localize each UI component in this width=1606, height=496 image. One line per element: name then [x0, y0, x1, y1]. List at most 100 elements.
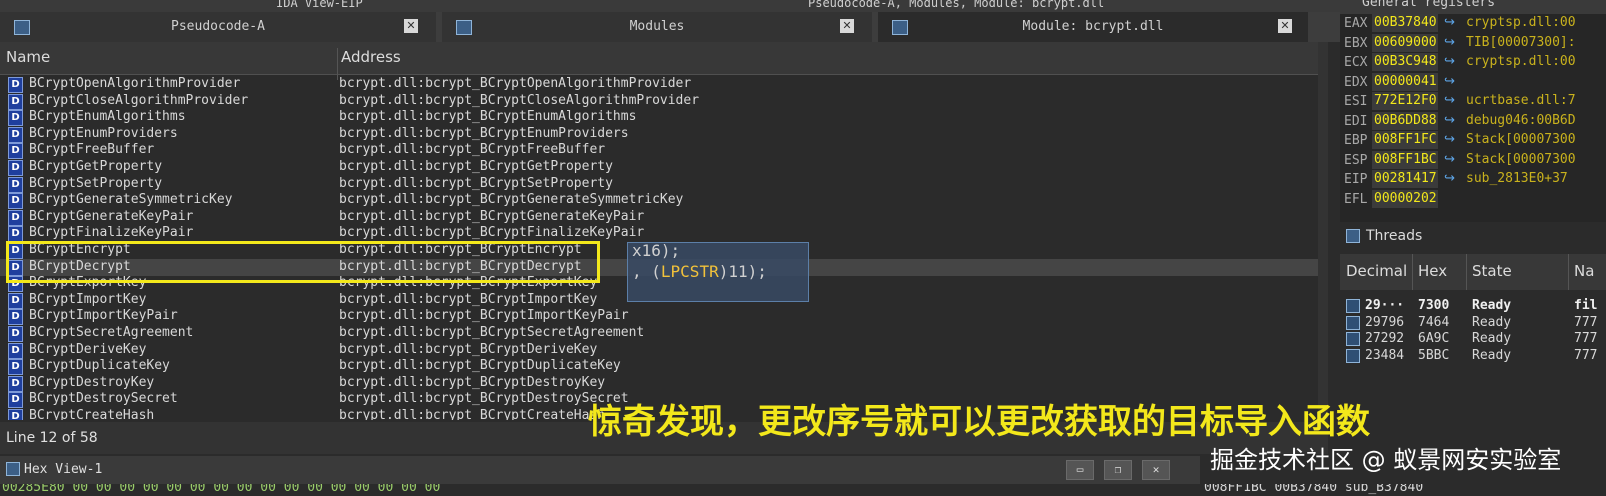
column-address-header[interactable]: Address — [341, 48, 401, 66]
register-value[interactable]: 00B3C948 — [1372, 53, 1438, 71]
table-row[interactable]: D BCryptImportKeyPair bcrypt.dll:bcrypt_BC… — [0, 308, 1318, 326]
tab-modules[interactable]: Modules ✕ — [442, 12, 872, 42]
register-row[interactable]: EIP 00281417 ↪ sub_2813E0+37 — [1340, 170, 1606, 188]
register-value[interactable]: 772E12F0 — [1372, 92, 1438, 110]
column-divider[interactable] — [1466, 254, 1467, 290]
register-target: debug046:00B6D — [1466, 112, 1576, 128]
register-row[interactable]: EDX 00000041 ↪ — [1340, 72, 1606, 91]
function-name: BCryptDuplicateKey — [29, 358, 170, 374]
table-row[interactable]: D BCryptGenerateSymmetricKey bcrypt.dll:bc… — [0, 192, 1318, 210]
table-row[interactable]: D BCryptEnumProviders bcrypt.dll:bcrypt_BC… — [0, 126, 1318, 143]
table-row[interactable]: D BCryptDestroyKey bcrypt.dll:bcrypt_BCryp… — [0, 375, 1318, 392]
register-row[interactable]: EFL 00000202 — [1340, 189, 1606, 208]
ida-view-tab-title[interactable]: IDA View-EIP — [276, 0, 363, 10]
table-row[interactable]: D BCryptFinalizeKeyPair bcrypt.dll:bcrypt_… — [0, 225, 1318, 243]
register-row[interactable]: ESP 008FF1BC ↪ Stack[00007300 — [1340, 150, 1606, 169]
function-icon: D — [8, 292, 23, 309]
register-value[interactable]: 008FF1BC — [1372, 150, 1438, 169]
register-value[interactable]: 00000041 — [1372, 72, 1438, 91]
register-name: EDI — [1344, 113, 1368, 129]
tutorial-caption: 惊奇发现，更改序号就可以更改获取的目标导入函数 — [588, 402, 1370, 442]
table-row[interactable]: D BCryptOpenAlgorithmProvider bcrypt.dll:b… — [0, 76, 1318, 93]
close-icon[interactable]: ✕ — [1278, 19, 1292, 33]
table-row[interactable]: D BCryptSetProperty bcrypt.dll:bcrypt_BCry… — [0, 176, 1318, 193]
thread-name: 777 — [1574, 314, 1598, 330]
threads-icon — [1346, 229, 1360, 243]
function-address: bcrypt.dll:bcrypt_BCryptEnumProviders — [339, 125, 629, 141]
table-row[interactable]: D BCryptDeriveKey bcrypt.dll:bcrypt_BCrypt… — [0, 342, 1318, 359]
table-row[interactable]: D BCryptFreeBuffer bcrypt.dll:bcrypt_BCryp… — [0, 142, 1318, 160]
restore-icon[interactable]: ▭ — [1066, 460, 1094, 480]
close-icon[interactable]: ✕ — [1142, 460, 1170, 480]
thread-hex: 7464 — [1418, 314, 1450, 330]
jump-arrow-icon[interactable]: ↪ — [1444, 14, 1455, 32]
table-row[interactable]: D BCryptSecretAgreement bcrypt.dll:bcrypt_… — [0, 325, 1318, 342]
hex-view-icon — [6, 462, 20, 476]
tab-pseudocode-a[interactable]: Pseudocode-A ✕ — [0, 12, 436, 42]
register-value[interactable]: 00281417 — [1372, 170, 1438, 188]
jump-arrow-icon[interactable]: ↪ — [1444, 170, 1455, 188]
register-value[interactable]: 008FF1FC — [1372, 131, 1438, 149]
thread-icon — [1346, 299, 1360, 313]
register-value[interactable]: 00000202 — [1372, 189, 1438, 208]
threads-col-name[interactable]: Na — [1574, 262, 1594, 280]
thread-decimal: 23484 — [1365, 347, 1405, 363]
jump-arrow-icon[interactable]: ↪ — [1444, 73, 1455, 91]
function-name: BCryptFinalizeKeyPair — [29, 225, 194, 241]
table-row[interactable]: D BCryptDuplicateKey bcrypt.dll:bcrypt_BCr… — [0, 358, 1318, 376]
vertical-scrollbar[interactable] — [1318, 42, 1328, 422]
threads-title[interactable]: Threads — [1366, 228, 1422, 244]
function-icon: D — [8, 309, 23, 326]
table-row[interactable]: D BCryptGenerateKeyPair bcrypt.dll:bcrypt_… — [0, 209, 1318, 226]
function-name: BCryptGenerateKeyPair — [29, 208, 194, 224]
table-row[interactable]: D BCryptEnumAlgorithms bcrypt.dll:bcrypt_B… — [0, 109, 1318, 127]
register-target: Stack[00007300 — [1466, 132, 1576, 147]
jump-arrow-icon[interactable]: ↪ — [1444, 131, 1455, 149]
float-icon[interactable]: ❐ — [1104, 460, 1132, 480]
column-name-header[interactable]: Name — [6, 48, 50, 66]
function-icon: D — [8, 160, 23, 176]
jump-arrow-icon[interactable]: ↪ — [1444, 92, 1455, 110]
table-row[interactable]: D BCryptGetProperty bcrypt.dll:bcrypt_BCry… — [0, 159, 1318, 176]
register-row[interactable]: EAX 00B37840 ↪ cryptsp.dll:00 — [1340, 14, 1606, 32]
column-divider[interactable] — [1568, 254, 1569, 290]
jump-arrow-icon[interactable]: ↪ — [1444, 53, 1455, 71]
thread-row[interactable]: 23484 5BBC Ready 777 — [1340, 348, 1606, 364]
close-icon[interactable]: ✕ — [404, 19, 418, 33]
tab-modules-label: Modules — [629, 19, 685, 34]
thread-row[interactable]: 29796 7464 Ready 777 — [1340, 315, 1606, 331]
registers-title[interactable]: General registers — [1362, 0, 1495, 10]
register-row[interactable]: ECX 00B3C948 ↪ cryptsp.dll:00 — [1340, 53, 1606, 71]
hex-view-label[interactable]: Hex View-1 — [24, 462, 102, 477]
close-icon[interactable]: ✕ — [840, 19, 854, 33]
register-row[interactable]: EDI 00B6DD88 ↪ debug046:00B6D — [1340, 111, 1606, 130]
jump-arrow-icon[interactable]: ↪ — [1444, 151, 1455, 169]
thread-hex: 5BBC — [1418, 347, 1450, 363]
threads-col-hex[interactable]: Hex — [1418, 262, 1447, 280]
function-name: BCryptImportKey — [29, 291, 147, 307]
function-address: bcrypt.dll:bcrypt_BCryptImportKeyPair — [339, 308, 629, 324]
table-header: Name Address — [0, 42, 1318, 80]
threads-col-state[interactable]: State — [1472, 262, 1512, 280]
combined-tab-title[interactable]: Pseudocode-A, Modules, Module: bcrypt.dl… — [808, 0, 1104, 10]
function-address: bcrypt.dll:bcrypt_BCryptDestroySecret — [339, 391, 629, 407]
thread-row[interactable]: 27292 6A9C Ready 777 — [1340, 331, 1606, 347]
function-address: bcrypt.dll:bcrypt_BCryptEnumAlgorithms — [339, 109, 637, 125]
table-row[interactable]: D BCryptCloseAlgorithmProvider bcrypt.dll:… — [0, 93, 1318, 110]
thread-row[interactable]: 29··· 7300 Ready fil — [1340, 298, 1606, 314]
register-value[interactable]: 00B37840 — [1372, 14, 1438, 32]
register-row[interactable]: EBX 00609000 ↪ TIB[00007300]: — [1340, 33, 1606, 52]
threads-col-decimal[interactable]: Decimal — [1346, 262, 1407, 280]
jump-arrow-icon[interactable]: ↪ — [1444, 34, 1455, 52]
function-address: bcrypt.dll:bcrypt_BCryptFreeBuffer — [339, 142, 606, 158]
function-name: BCryptSetProperty — [29, 175, 163, 191]
register-row[interactable]: ESI 772E12F0 ↪ ucrtbase.dll:7 — [1340, 92, 1606, 110]
function-name: BCryptEnumProviders — [29, 125, 178, 141]
register-row[interactable]: EBP 008FF1FC ↪ Stack[00007300 — [1340, 131, 1606, 149]
column-divider[interactable] — [1412, 254, 1413, 290]
tab-module-bcrypt[interactable]: Module: bcrypt.dll ✕ — [878, 12, 1308, 42]
register-value[interactable]: 00B6DD88 — [1372, 111, 1438, 130]
register-value[interactable]: 00609000 — [1372, 33, 1438, 52]
jump-arrow-icon[interactable]: ↪ — [1444, 112, 1455, 130]
register-name: EAX — [1344, 16, 1368, 31]
